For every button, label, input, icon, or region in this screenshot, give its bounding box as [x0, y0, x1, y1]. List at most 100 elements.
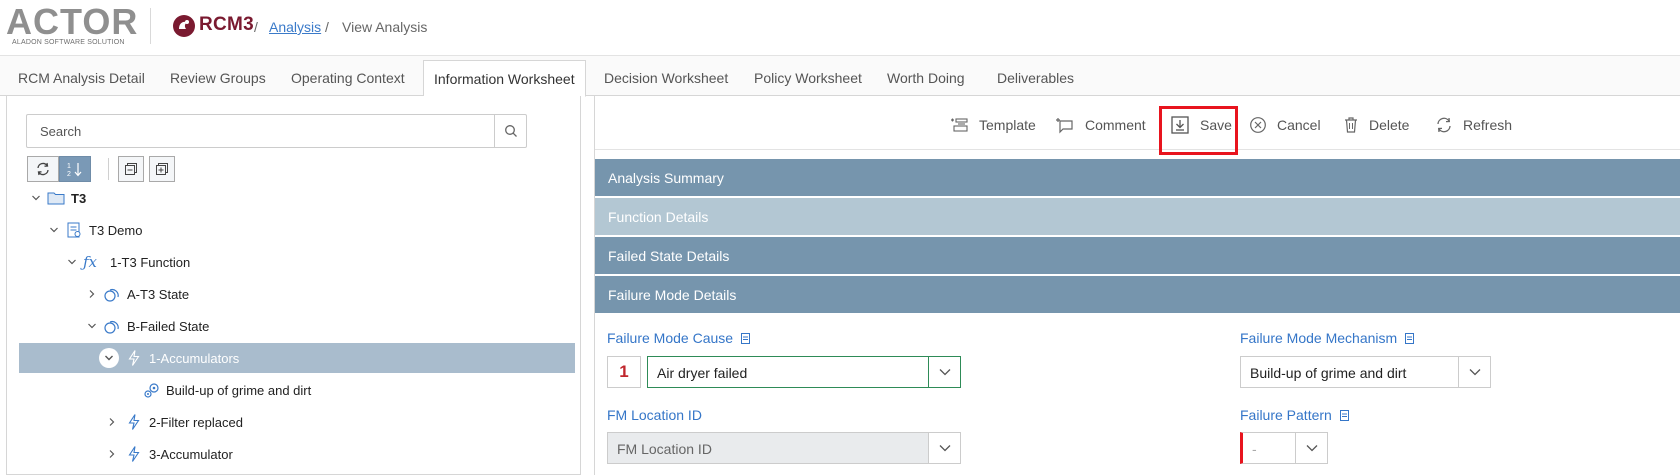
- tree-node-label: T3 Demo: [89, 222, 143, 238]
- failure-pattern-value: -: [1252, 441, 1257, 457]
- tree-node[interactable]: A-T3 State: [19, 279, 575, 309]
- state-icon: [104, 321, 119, 334]
- refresh-button[interactable]: Refresh: [1435, 114, 1512, 136]
- comment-label: Comment: [1085, 117, 1146, 133]
- tab-information-worksheet[interactable]: Information Worksheet: [423, 60, 586, 97]
- tab-deliverables[interactable]: Deliverables: [997, 70, 1074, 86]
- template-label: Template: [979, 117, 1036, 133]
- chevron-down-icon[interactable]: [1295, 433, 1327, 463]
- chevron-down-icon[interactable]: [29, 191, 43, 205]
- collapse-all-button[interactable]: [118, 156, 144, 182]
- section-failed-state-details[interactable]: Failed State Details: [595, 237, 1680, 274]
- delete-label: Delete: [1369, 117, 1410, 133]
- tree-node-label: 1-T3 Function: [110, 254, 191, 270]
- chevron-right-icon[interactable]: [105, 447, 119, 461]
- chevron-down-icon[interactable]: [928, 357, 960, 387]
- chevron-right-icon[interactable]: [85, 287, 99, 301]
- fm-location-id-label: FM Location ID: [607, 407, 702, 423]
- tab-bar: RCM Analysis Detail Review Groups Operat…: [0, 56, 1680, 97]
- section-analysis-summary[interactable]: Analysis Summary: [595, 159, 1680, 196]
- failure-mode-mechanism-value: Build-up of grime and dirt: [1250, 365, 1407, 381]
- tree-node-selected[interactable]: 1-Accumulators: [19, 343, 575, 373]
- tree-node-label: B-Failed State: [127, 318, 210, 334]
- failure-mode-cause-value: Air dryer failed: [657, 365, 748, 381]
- chevron-down-icon[interactable]: [65, 255, 79, 269]
- comment-icon: [1056, 118, 1073, 134]
- section-failure-mode-details[interactable]: Failure Mode Details: [595, 276, 1680, 313]
- tree-node-label: 2-Filter replaced: [149, 414, 243, 430]
- logo-subtitle: ALADON SOFTWARE SOLUTION: [12, 39, 125, 46]
- tree-node[interactable]: 3-Accumulator: [19, 439, 575, 469]
- breadcrumb-separator: /: [325, 19, 329, 35]
- chevron-down-icon[interactable]: [47, 223, 61, 237]
- cancel-button[interactable]: Cancel: [1249, 114, 1321, 136]
- tree-node[interactable]: 2-Filter replaced: [19, 407, 575, 437]
- chevron-down-icon[interactable]: [99, 348, 119, 368]
- tree-node-label: 1-Accumulators: [149, 350, 240, 366]
- tree-node[interactable]: T3: [19, 183, 575, 213]
- tree-node[interactable]: T3 Demo: [19, 215, 575, 245]
- search-button[interactable]: [494, 115, 526, 147]
- document-info-icon[interactable]: [1405, 333, 1415, 344]
- tree-node-label: T3: [71, 190, 87, 206]
- app-header: ACTOR ALADON SOFTWARE SOLUTION RCM3 / An…: [0, 0, 1680, 56]
- tab-rcm-analysis-detail[interactable]: RCM Analysis Detail: [18, 70, 145, 86]
- trash-icon: [1345, 117, 1357, 133]
- failure-pattern-label: Failure Pattern: [1240, 407, 1349, 423]
- expand-all-icon: [156, 163, 168, 175]
- tree-search: [26, 114, 527, 148]
- function-icon: ƒx: [83, 253, 98, 271]
- failure-mode-mechanism-label: Failure Mode Mechanism: [1240, 330, 1415, 346]
- lightning-icon: [128, 446, 140, 462]
- delete-button[interactable]: Delete: [1343, 114, 1409, 136]
- breadcrumb-analysis-link[interactable]: Analysis: [269, 19, 321, 35]
- chevron-right-icon[interactable]: [105, 415, 119, 429]
- document-info-icon[interactable]: [740, 333, 750, 344]
- refresh-tree-button[interactable]: [27, 156, 59, 182]
- fm-location-id-value: FM Location ID: [617, 441, 712, 457]
- tab-policy-worksheet[interactable]: Policy Worksheet: [754, 70, 862, 86]
- template-button[interactable]: Template: [949, 114, 1036, 136]
- breadcrumb-current: View Analysis: [342, 19, 428, 35]
- actor-logo[interactable]: ACTOR ALADON SOFTWARE SOLUTION: [6, 4, 137, 47]
- failure-mode-mechanism-select[interactable]: Build-up of grime and dirt: [1240, 356, 1491, 388]
- section-function-details[interactable]: Function Details: [595, 198, 1680, 235]
- failure-mode-cause-label: Failure Mode Cause: [607, 330, 750, 346]
- fm-location-id-select[interactable]: FM Location ID: [607, 432, 961, 464]
- tab-worth-doing[interactable]: Worth Doing: [887, 70, 965, 86]
- tree-node-label: A-T3 State: [127, 286, 190, 302]
- breadcrumb-separator: /: [254, 19, 258, 35]
- expand-all-button[interactable]: [149, 156, 175, 182]
- tree-node[interactable]: Build-up of grime and dirt: [19, 375, 575, 405]
- refresh-icon: [1437, 117, 1451, 133]
- logo-main-text: ACTOR: [6, 1, 139, 42]
- save-highlight-box: [1159, 106, 1238, 155]
- tree-node-label: Build-up of grime and dirt: [166, 382, 312, 398]
- document-info-icon[interactable]: [1339, 410, 1349, 421]
- tab-decision-worksheet[interactable]: Decision Worksheet: [604, 70, 728, 86]
- comment-button[interactable]: Comment: [1055, 114, 1146, 136]
- header-divider: [150, 8, 151, 44]
- chevron-down-icon[interactable]: [85, 319, 99, 333]
- lightning-icon: [128, 350, 140, 366]
- failure-pattern-select[interactable]: -: [1240, 432, 1328, 464]
- tree-node[interactable]: B-Failed State: [19, 311, 575, 341]
- cancel-label: Cancel: [1277, 117, 1321, 133]
- tree-node[interactable]: ƒx 1-T3 Function: [19, 247, 575, 277]
- template-icon: [951, 118, 968, 132]
- chevron-down-icon[interactable]: [1458, 357, 1490, 387]
- search-input[interactable]: [27, 115, 493, 147]
- refresh-label: Refresh: [1463, 117, 1513, 133]
- document-icon: [67, 222, 81, 238]
- sort-button[interactable]: 12: [59, 156, 91, 182]
- lightning-icon: [128, 414, 140, 430]
- chevron-down-icon[interactable]: [928, 433, 960, 463]
- search-icon: [504, 125, 517, 137]
- mechanism-icon: [144, 383, 159, 398]
- tab-review-groups[interactable]: Review Groups: [170, 70, 266, 86]
- failure-mode-cause-select[interactable]: Air dryer failed: [647, 356, 961, 388]
- tab-operating-context[interactable]: Operating Context: [291, 70, 405, 86]
- action-toolbar: Template Comment Save Cancel Delete Refr…: [595, 100, 1680, 155]
- toolbar-divider: [108, 158, 109, 180]
- svg-text:2: 2: [67, 171, 71, 178]
